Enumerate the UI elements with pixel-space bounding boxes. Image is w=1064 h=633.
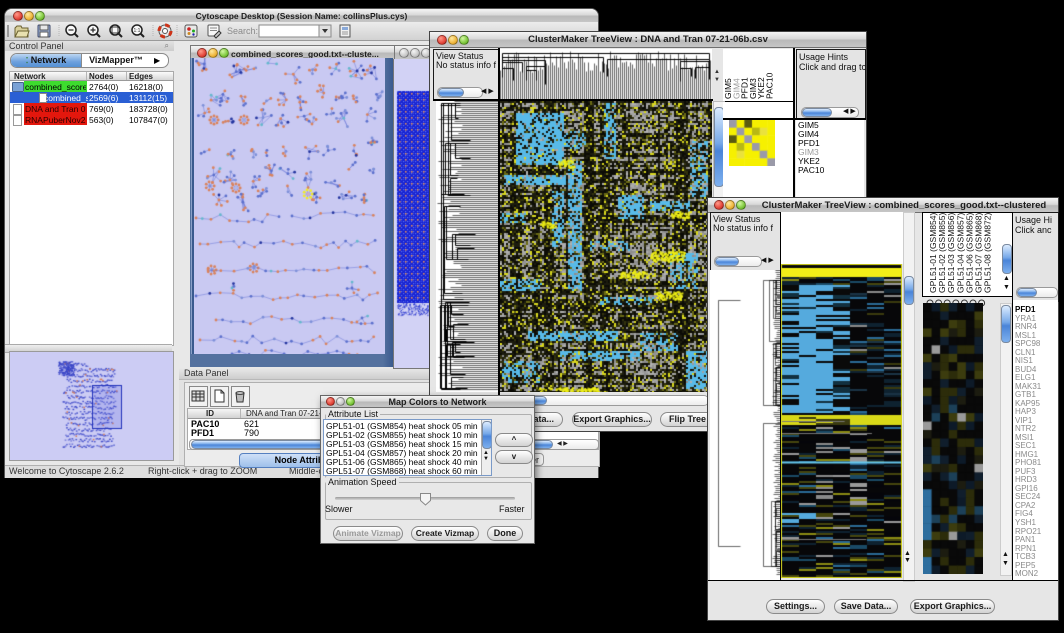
- svg-text:1:1: 1:1: [134, 28, 141, 34]
- svg-text:GPL51-08 (GSM872): GPL51-08 (GSM872): [983, 213, 993, 293]
- svg-text:PAC10: PAC10: [765, 72, 775, 99]
- svg-text:Search:: Search:: [227, 26, 258, 36]
